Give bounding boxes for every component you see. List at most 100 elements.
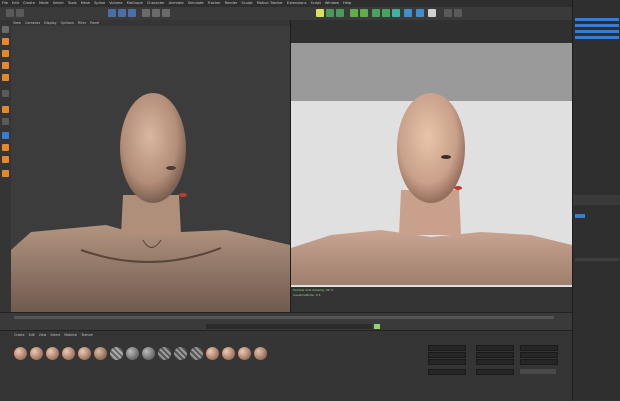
- menu-item[interactable]: Extensions: [287, 0, 307, 7]
- material-ball[interactable]: [62, 347, 75, 360]
- y-axis-button[interactable]: [152, 9, 160, 17]
- position-y-field[interactable]: [428, 352, 466, 358]
- material-ball[interactable]: [206, 347, 219, 360]
- material-menu-item[interactable]: Create: [14, 333, 25, 337]
- z-axis-button[interactable]: [162, 9, 170, 17]
- render-settings-button[interactable]: [336, 9, 344, 17]
- sphere-icon[interactable]: [360, 9, 368, 17]
- light-icon[interactable]: [428, 9, 436, 17]
- edges-mode-icon[interactable]: [2, 62, 9, 69]
- apply-button[interactable]: [520, 369, 556, 374]
- floor-icon[interactable]: [404, 9, 412, 17]
- material-ball[interactable]: [222, 347, 235, 360]
- rotation-b-field[interactable]: [520, 359, 558, 365]
- move-tool-button[interactable]: [108, 9, 116, 17]
- playback-controls[interactable]: [206, 324, 372, 329]
- material-ball[interactable]: [254, 347, 267, 360]
- menu-item[interactable]: Window: [325, 0, 339, 7]
- menu-item[interactable]: Help: [343, 0, 351, 7]
- menu-item[interactable]: Animate: [169, 0, 184, 7]
- solo-icon[interactable]: [2, 156, 9, 163]
- picture-viewer[interactable]: Sample Anti-aliasing: 46 % CausticsMode:…: [291, 20, 572, 312]
- menu-item[interactable]: Script: [310, 0, 320, 7]
- bake-icon[interactable]: [2, 170, 9, 177]
- material-ball[interactable]: [46, 347, 59, 360]
- menu-item[interactable]: Sculpt: [241, 0, 252, 7]
- menu-item[interactable]: File: [2, 0, 8, 7]
- tweak-mode-icon[interactable]: [2, 106, 9, 113]
- object-row[interactable]: [575, 36, 619, 39]
- cube-icon[interactable]: [350, 9, 358, 17]
- object-row[interactable]: [575, 24, 619, 27]
- snap-icon[interactable]: [2, 118, 9, 125]
- material-menu-item[interactable]: Texture: [81, 333, 93, 337]
- rotate-tool-button[interactable]: [128, 9, 136, 17]
- render-view-button[interactable]: [316, 9, 324, 17]
- material-ball[interactable]: [142, 347, 155, 360]
- texture-mode-icon[interactable]: [2, 38, 9, 45]
- menu-item[interactable]: Tools: [68, 0, 77, 7]
- material-menu-item[interactable]: Edit: [29, 333, 35, 337]
- material-ball[interactable]: [94, 347, 107, 360]
- menu-item[interactable]: Character: [147, 0, 165, 7]
- material-ball[interactable]: [78, 347, 91, 360]
- material-menu-item[interactable]: Material: [64, 333, 77, 337]
- material-ball[interactable]: [110, 347, 123, 360]
- menu-item[interactable]: Tracker: [208, 0, 221, 7]
- menu-item[interactable]: Simulate: [188, 0, 204, 7]
- editor-viewport[interactable]: ViewCamerasDisplayOptionsFilterPanel Per…: [11, 20, 292, 312]
- frame-ruler[interactable]: [14, 316, 554, 319]
- material-ball[interactable]: [238, 347, 251, 360]
- record-key-icon[interactable]: [374, 324, 380, 329]
- timeline[interactable]: [0, 312, 572, 331]
- rotation-h-field[interactable]: [520, 345, 558, 351]
- workplane-icon[interactable]: [2, 132, 9, 139]
- size-mode-select[interactable]: [476, 369, 514, 375]
- scale-tool-button[interactable]: [118, 9, 126, 17]
- object-row[interactable]: [575, 18, 619, 21]
- menu-item[interactable]: Select: [53, 0, 64, 7]
- render-button[interactable]: [326, 9, 334, 17]
- menu-item[interactable]: Spline: [94, 0, 105, 7]
- menu-item[interactable]: Mesh: [81, 0, 90, 7]
- attributes-section[interactable]: [575, 258, 619, 261]
- size-z-field[interactable]: [476, 359, 514, 365]
- menu-item[interactable]: Render: [225, 0, 238, 7]
- nurbs-icon[interactable]: [372, 9, 380, 17]
- position-x-field[interactable]: [428, 345, 466, 351]
- redo-button[interactable]: [16, 9, 24, 17]
- model-mode-icon[interactable]: [2, 26, 9, 33]
- menu-item[interactable]: Motion Tracker: [257, 0, 283, 7]
- polygons-mode-icon[interactable]: [2, 74, 9, 81]
- menu-item[interactable]: Create: [23, 0, 35, 7]
- x-axis-button[interactable]: [142, 9, 150, 17]
- camera-icon[interactable]: [416, 9, 424, 17]
- size-x-field[interactable]: [476, 345, 514, 351]
- layout-icon-2[interactable]: [454, 9, 462, 17]
- array-icon[interactable]: [382, 9, 390, 17]
- layout-icon[interactable]: [444, 9, 452, 17]
- material-ball[interactable]: [30, 347, 43, 360]
- menu-item[interactable]: MoGraph: [127, 0, 143, 7]
- material-menu-item[interactable]: Select: [50, 333, 60, 337]
- material-ball[interactable]: [158, 347, 171, 360]
- material-ball[interactable]: [190, 347, 203, 360]
- menu-item[interactable]: Volume: [109, 0, 122, 7]
- axis-mode-icon[interactable]: [2, 90, 9, 97]
- menu-item[interactable]: Edit: [12, 0, 19, 7]
- points-mode-icon[interactable]: [2, 50, 9, 57]
- size-y-field[interactable]: [476, 352, 514, 358]
- coordinate-mode-select[interactable]: [428, 369, 466, 375]
- material-ball[interactable]: [14, 347, 27, 360]
- attributes-tab[interactable]: [575, 214, 585, 218]
- menu-item[interactable]: Mode: [39, 0, 49, 7]
- material-ball[interactable]: [126, 347, 139, 360]
- position-z-field[interactable]: [428, 359, 466, 365]
- locked-workplane-icon[interactable]: [2, 144, 9, 151]
- material-ball[interactable]: [174, 347, 187, 360]
- material-menu-item[interactable]: View: [39, 333, 47, 337]
- deformer-icon[interactable]: [392, 9, 400, 17]
- rotation-p-field[interactable]: [520, 352, 558, 358]
- object-row[interactable]: [575, 30, 619, 33]
- undo-button[interactable]: [6, 9, 14, 17]
